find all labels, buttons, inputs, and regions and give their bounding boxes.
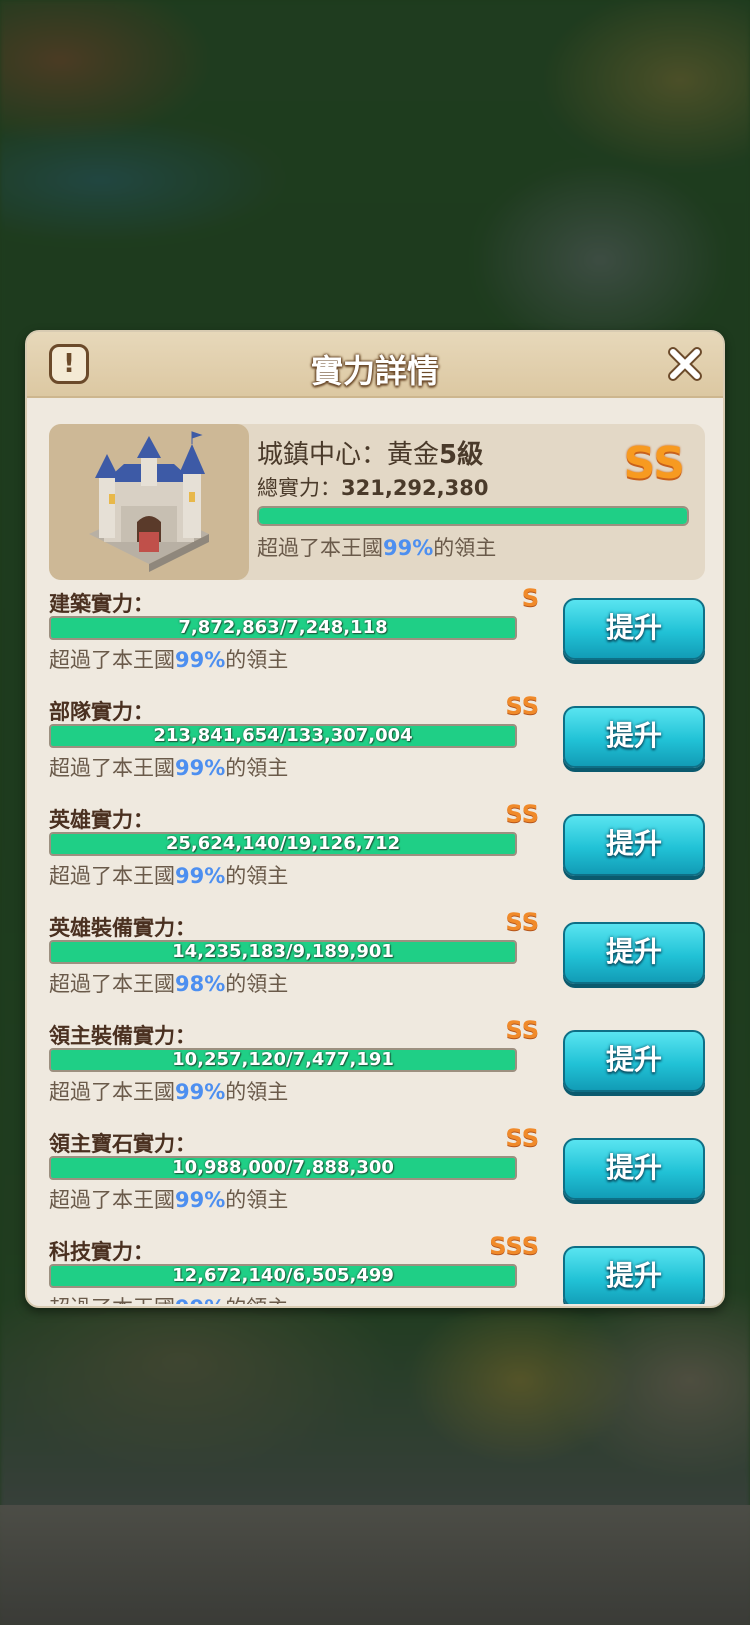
power-row-grade: SS (505, 800, 540, 828)
power-row-grade: SS (505, 1016, 540, 1044)
improve-button-hero[interactable]: 提升 (563, 814, 705, 876)
power-row-progress-bar: 10,988,000/7,888,300 (49, 1156, 517, 1180)
power-row-label: 英雄裝備實力： (49, 916, 196, 940)
power-row-value: 25,624,140/19,126,712 (165, 833, 401, 854)
power-row-grade: SSS (489, 1232, 539, 1260)
town-center-level: 城鎮中心：黃金5級 (257, 434, 483, 471)
power-row-exceed-text: 超過了本王國99%的領主 (49, 1076, 288, 1106)
exceed-suffix: 的領主 (225, 1188, 289, 1212)
power-category-list[interactable]: 建築實力： S 7,872,863/7,248,118 超過了本王國99%的領主 提升部… (49, 588, 705, 1304)
exceed-prefix: 超過了本王國 (49, 756, 175, 780)
exceed-percent: 99% (175, 1188, 226, 1212)
improve-button-hero-equipment[interactable]: 提升 (563, 922, 705, 984)
power-row-label: 領主裝備實力： (49, 1024, 196, 1048)
exceed-prefix: 超過了本王國 (257, 536, 383, 560)
exceed-percent: 99% (175, 1080, 226, 1104)
power-row-building: 建築實力： S 7,872,863/7,248,118 超過了本王國99%的領主 提升 (49, 588, 705, 696)
exceed-prefix: 超過了本王國 (49, 648, 175, 672)
total-progress-bar (257, 506, 689, 526)
power-row-label: 部隊實力： (49, 700, 154, 724)
power-row-value: 14,235,183/9,189,901 (172, 941, 394, 962)
exceed-suffix: 的領主 (225, 1296, 288, 1304)
power-row-lord-equipment: 領主裝備實力： SS 10,257,120/7,477,191 超過了本王國99%的領… (49, 1016, 705, 1128)
power-row-hero: 英雄實力： SS 25,624,140/19,126,712 超過了本王國99%的領主… (49, 800, 705, 912)
exceed-percent: 99% (175, 864, 226, 888)
power-row-grade: S (521, 588, 539, 612)
town-center-level-value: 5級 (439, 440, 484, 470)
exceed-prefix: 超過了本王國 (49, 972, 175, 996)
power-row-troops: 部隊實力： SS 213,841,654/133,307,004 超過了本王國99%的… (49, 692, 705, 804)
power-row-value: 10,257,120/7,477,191 (172, 1049, 394, 1070)
power-row-value: 10,988,000/7,888,300 (172, 1157, 394, 1178)
power-row-progress-bar: 12,672,140/6,505,499 (49, 1264, 517, 1288)
exceed-prefix: 超過了本王國 (49, 864, 175, 888)
exceed-suffix: 的領主 (225, 648, 289, 672)
power-row-label: 英雄實力： (49, 808, 154, 832)
exceed-suffix: 的領主 (225, 864, 289, 888)
power-row-exceed-text: 超過了本王國99%的領主 (49, 1292, 288, 1304)
power-details-dialog: ! 實力詳情 城鎮中心：黃金5級 總實力：321,292,380 SS 超過了本… (25, 330, 725, 1308)
power-row-value: 12,672,140/6,505,499 (172, 1265, 394, 1286)
power-row-progress-bar: 14,235,183/9,189,901 (49, 940, 517, 964)
town-summary-card: 城鎮中心：黃金5級 總實力：321,292,380 SS 超過了本王國99%的領… (49, 424, 705, 580)
total-power: 總實力：321,292,380 (257, 472, 488, 502)
dialog-title: 實力詳情 (310, 352, 439, 390)
exceed-prefix: 超過了本王國 (49, 1188, 175, 1212)
improve-button-building[interactable]: 提升 (563, 598, 705, 660)
town-center-image (49, 424, 249, 580)
exceed-percent: 99% (175, 756, 226, 780)
exceed-percent: 98% (175, 972, 226, 996)
improve-button-technology[interactable]: 提升 (563, 1246, 705, 1304)
exceed-percent: 99% (175, 1296, 225, 1304)
exceed-suffix: 的領主 (433, 536, 497, 560)
exceed-percent: 99% (383, 536, 434, 560)
exceed-suffix: 的領主 (225, 972, 289, 996)
power-row-progress-bar: 25,624,140/19,126,712 (49, 832, 517, 856)
exceed-prefix: 超過了本王國 (49, 1080, 175, 1104)
power-row-grade: SS (505, 908, 540, 936)
power-row-grade: SS (505, 692, 540, 720)
improve-button-lord-equipment[interactable]: 提升 (563, 1030, 705, 1092)
town-center-label: 城鎮中心：黃金 (257, 440, 440, 470)
power-row-label: 科技實力： (49, 1240, 154, 1264)
exceed-prefix: 超過了本王國 (49, 1296, 175, 1304)
power-row-exceed-text: 超過了本王國99%的領主 (49, 644, 288, 674)
power-row-label: 建築實力： (49, 592, 154, 616)
power-row-label: 領主寶石實力： (49, 1132, 196, 1156)
total-grade-badge: SS (623, 438, 685, 489)
close-icon[interactable] (665, 344, 705, 384)
power-row-progress-bar: 7,872,863/7,248,118 (49, 616, 517, 640)
exceed-suffix: 的領主 (225, 1080, 289, 1104)
exceed-suffix: 的領主 (225, 756, 289, 780)
dialog-header: ! 實力詳情 (27, 332, 723, 398)
total-exceed-text: 超過了本王國99%的領主 (257, 532, 496, 562)
power-row-lord-gems: 領主寶石實力： SS 10,988,000/7,888,300 超過了本王國99%的領… (49, 1124, 705, 1236)
total-progress-fill (259, 508, 687, 524)
improve-button-lord-gems[interactable]: 提升 (563, 1138, 705, 1200)
power-row-progress-bar: 10,257,120/7,477,191 (49, 1048, 517, 1072)
power-row-technology: 科技實力： SSS 12,672,140/6,505,499 超過了本王國99%的領主… (49, 1232, 705, 1304)
power-row-progress-bar: 213,841,654/133,307,004 (49, 724, 517, 748)
power-row-value: 7,872,863/7,248,118 (178, 617, 388, 638)
power-row-value: 213,841,654/133,307,004 (153, 725, 413, 746)
power-row-exceed-text: 超過了本王國98%的領主 (49, 968, 288, 998)
total-power-value: 321,292,380 (341, 476, 489, 500)
improve-button-troops[interactable]: 提升 (563, 706, 705, 768)
power-row-hero-equipment: 英雄裝備實力： SS 14,235,183/9,189,901 超過了本王國98%的領… (49, 908, 705, 1020)
exceed-percent: 99% (175, 648, 226, 672)
power-row-exceed-text: 超過了本王國99%的領主 (49, 1184, 288, 1214)
power-row-grade: SS (505, 1124, 540, 1152)
power-row-exceed-text: 超過了本王國99%的領主 (49, 752, 288, 782)
power-row-exceed-text: 超過了本王國99%的領主 (49, 860, 288, 890)
total-power-label: 總實力： (257, 476, 341, 500)
